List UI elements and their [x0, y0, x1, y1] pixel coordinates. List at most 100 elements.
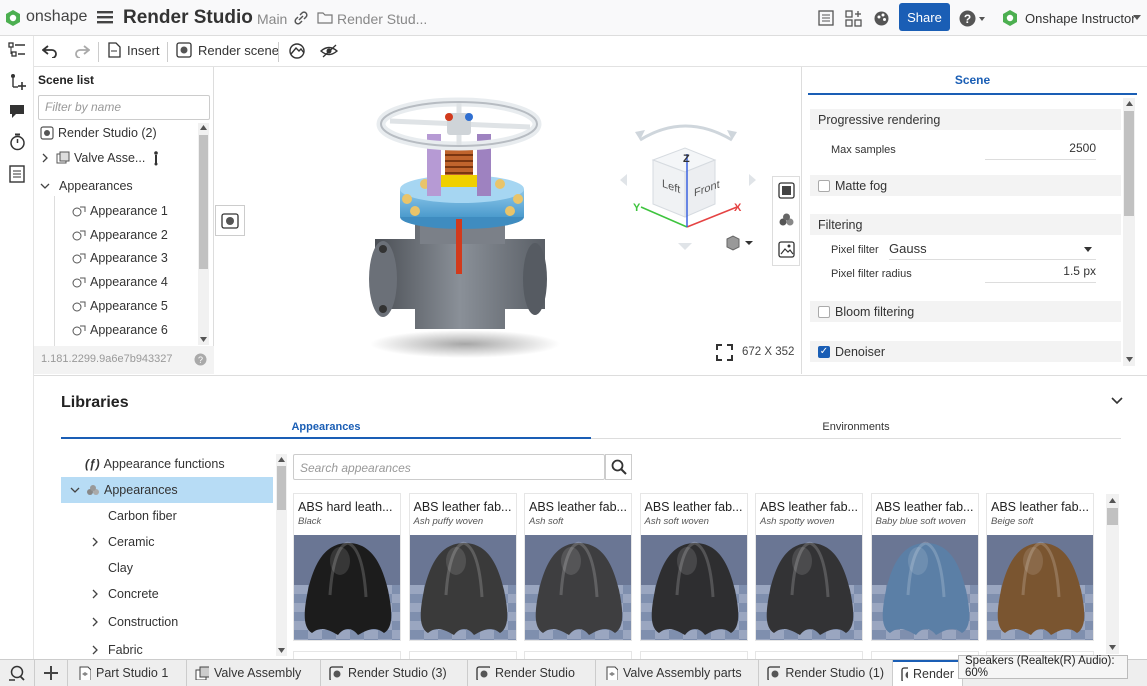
tab-render-studio-1[interactable]: Render Studio (1) [759, 660, 893, 686]
drag-handle-icon[interactable] [151, 150, 161, 166]
category-ceramic[interactable]: Ceramic [90, 529, 155, 555]
category-concrete[interactable]: Concrete [90, 581, 159, 607]
tree-item-appearance[interactable]: Appearance 3 [72, 247, 168, 269]
max-samples-input[interactable]: 2500 [985, 141, 1096, 160]
image-icon[interactable] [778, 241, 795, 258]
chevron-right-icon[interactable] [90, 589, 100, 599]
tab-valve-assembly-parts[interactable]: Valve Assembly parts [596, 660, 759, 686]
view-options-icon[interactable] [725, 235, 755, 251]
appearance-card[interactable]: ABS leather fab... Ash soft [524, 493, 632, 641]
scroll-up-icon[interactable] [1109, 498, 1116, 503]
chevron-right-icon[interactable] [40, 153, 50, 163]
tree-item-appearances[interactable]: Appearances [40, 175, 133, 197]
environment-icon[interactable] [288, 42, 306, 60]
tab-part-studio-1[interactable]: Part Studio 1 [69, 660, 187, 686]
bloom-filtering-row[interactable]: Bloom filtering [810, 301, 1121, 322]
insert-tree-icon[interactable] [9, 73, 27, 91]
scrollbar-thumb[interactable] [199, 135, 208, 269]
category-clay[interactable]: Clay [108, 555, 133, 581]
category-carbon-fiber[interactable]: Carbon fiber [108, 503, 177, 529]
appearance-search-input[interactable]: Search appearances [293, 454, 605, 480]
category-fabric[interactable]: Fabric [90, 637, 143, 660]
matte-fog-checkbox[interactable] [818, 179, 830, 192]
user-name[interactable]: Onshape Instructor [1025, 11, 1136, 26]
link-icon[interactable] [294, 11, 308, 25]
progressive-rendering-header[interactable]: Progressive rendering [810, 109, 1121, 130]
view-visibility-icon[interactable] [319, 43, 339, 59]
grid-scrollbar[interactable] [1106, 494, 1119, 654]
denoiser-checkbox[interactable]: ✓ [818, 345, 830, 358]
materials-icon[interactable] [778, 212, 795, 229]
tree-item-appearance[interactable]: Appearance 5 [72, 295, 168, 317]
chevron-down-icon[interactable] [40, 181, 50, 191]
tree-item-appearance[interactable]: Appearance 4 [72, 271, 168, 293]
scroll-down-icon[interactable] [278, 648, 285, 653]
history-icon[interactable] [9, 133, 26, 151]
user-menu-chevron-icon[interactable] [1133, 15, 1141, 20]
tree-item-appearance[interactable]: Appearance 6 [72, 319, 168, 341]
user-avatar-icon[interactable] [1001, 9, 1019, 27]
bom-icon[interactable] [9, 165, 25, 183]
properties-scrollbar[interactable] [1123, 98, 1135, 366]
branch-label[interactable]: Main [257, 11, 287, 27]
chevron-right-icon[interactable] [90, 645, 100, 655]
tab-render-studio-3[interactable]: Render Studio (3) [321, 660, 468, 686]
onshape-logo-icon[interactable] [4, 9, 22, 27]
scroll-down-icon[interactable] [200, 337, 207, 342]
redo-icon[interactable] [74, 44, 90, 58]
folder-icon[interactable] [317, 11, 333, 24]
comments-icon[interactable] [8, 103, 26, 119]
learning-center-icon[interactable] [873, 10, 890, 27]
info-icon[interactable]: ? [194, 353, 207, 366]
chevron-right-icon[interactable] [90, 537, 100, 547]
tab-environments[interactable]: Environments [591, 416, 1121, 439]
category-construction[interactable]: Construction [90, 609, 178, 635]
chevron-right-icon[interactable] [90, 617, 100, 627]
tab-render-studio[interactable]: Render Studio [468, 660, 596, 686]
chevron-down-icon[interactable] [70, 485, 80, 495]
scroll-up-icon[interactable] [278, 457, 285, 462]
tree-item-render-studio[interactable]: Render Studio (2) [40, 122, 157, 144]
scene-scrollbar[interactable] [198, 123, 209, 345]
search-tabs-icon[interactable] [8, 665, 26, 682]
breadcrumb[interactable]: Render Stud... [337, 11, 427, 27]
menu-icon[interactable] [97, 10, 113, 24]
denoiser-row[interactable]: ✓ Denoiser [810, 341, 1121, 362]
document-title[interactable]: Render Studio [123, 7, 253, 29]
tree-item-appearance[interactable]: Appearance 2 [72, 224, 168, 246]
scene-filter-input[interactable]: Filter by name [38, 95, 210, 120]
render-scene-button[interactable]: Render scene [176, 42, 279, 58]
category-scrollbar[interactable] [276, 454, 287, 656]
scrollbar-thumb[interactable] [277, 466, 286, 510]
appearance-card[interactable]: ABS leather fab... Ash soft woven [639, 493, 748, 641]
add-tab-button[interactable] [34, 660, 68, 686]
collapse-chevron-icon[interactable] [1111, 397, 1123, 405]
scroll-down-icon[interactable] [1126, 357, 1133, 362]
render-viewport[interactable]: Z Left Front X Y 672 X 352 [215, 67, 800, 374]
tab-appearances[interactable]: Appearances [61, 416, 591, 439]
pixel-filter-select[interactable]: Gauss [889, 238, 1096, 260]
render-mode-icon[interactable] [778, 182, 795, 199]
undo-icon[interactable] [42, 44, 58, 58]
properties-icon[interactable] [818, 10, 834, 26]
scroll-up-icon[interactable] [200, 125, 207, 130]
insert-button[interactable]: Insert [107, 42, 160, 58]
feature-list-icon[interactable] [8, 42, 26, 58]
scroll-up-icon[interactable] [1126, 101, 1133, 106]
tree-item-appearance[interactable]: Appearance 1 [72, 200, 168, 222]
tab-render-active[interactable]: Render [893, 660, 963, 686]
help-icon[interactable]: ? [959, 10, 985, 27]
scrollbar-thumb[interactable] [1107, 508, 1118, 525]
tree-item-valve-assembly[interactable]: Valve Asse... [40, 147, 161, 169]
app-store-icon[interactable] [845, 10, 862, 27]
panel-toggle-button[interactable] [215, 205, 245, 236]
search-button[interactable] [605, 454, 632, 480]
share-button[interactable]: Share [899, 3, 950, 31]
bloom-filtering-checkbox[interactable] [818, 305, 830, 318]
appearance-card[interactable]: ABS leather fab... Ash puffy woven [408, 493, 517, 641]
valve-model-render[interactable] [355, 89, 565, 359]
fullscreen-icon[interactable] [716, 344, 733, 361]
pixel-filter-radius-input[interactable]: 1.5 px [985, 264, 1096, 283]
scroll-down-icon[interactable] [1109, 645, 1116, 650]
appearance-card[interactable]: ABS hard leath... Black [293, 493, 401, 641]
